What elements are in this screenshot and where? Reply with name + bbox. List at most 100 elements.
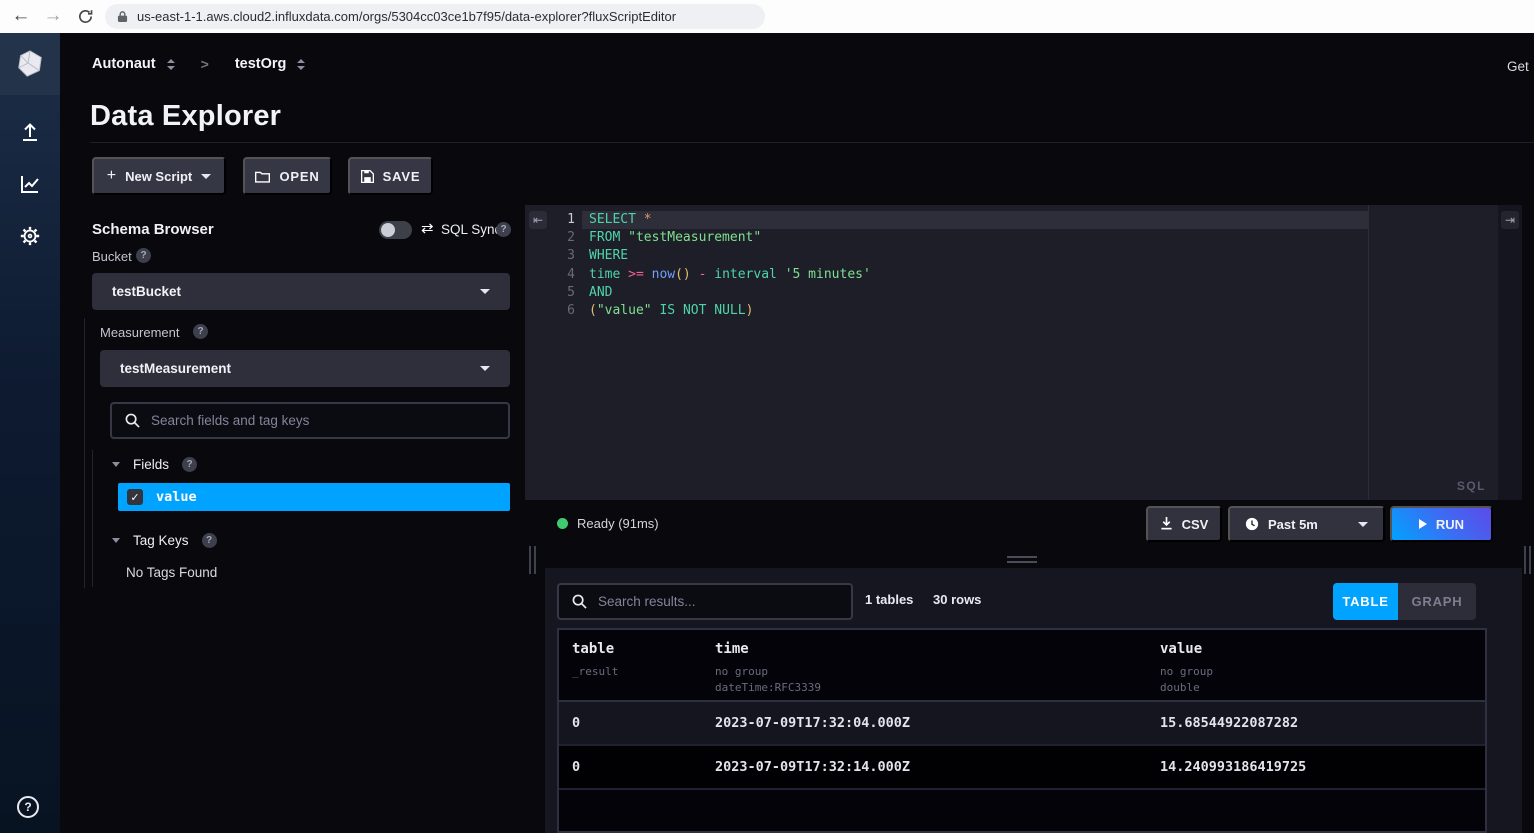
save-label: SAVE (383, 169, 421, 184)
open-label: OPEN (279, 169, 319, 184)
results-search (557, 583, 853, 620)
schema-search-input[interactable] (151, 413, 495, 428)
table-cell: 14.240993186419725 (1160, 759, 1485, 775)
schema-search (110, 402, 510, 439)
breadcrumb-suborg[interactable]: testOrg (235, 56, 287, 72)
tag-keys-collapse-icon[interactable] (112, 538, 120, 543)
title-divider (90, 142, 1534, 143)
play-icon (1419, 519, 1427, 529)
bucket-label: Bucket (92, 249, 132, 264)
left-resize-handle[interactable] (529, 546, 536, 574)
fields-section-header: Fields ? (112, 457, 197, 472)
measurement-help-icon[interactable]: ? (193, 324, 208, 339)
help-icon[interactable]: ? (17, 796, 39, 818)
csv-download-button[interactable]: CSV (1146, 506, 1222, 542)
editor-right-strip: ⇥ (1498, 205, 1522, 500)
results-search-input[interactable] (598, 594, 838, 609)
get-cta-link[interactable]: Get (1507, 59, 1529, 74)
breadcrumb-org[interactable]: Autonaut (92, 56, 156, 72)
status-ready-dot (557, 518, 568, 529)
caret-down-icon (201, 174, 211, 179)
field-checkbox[interactable]: ✓ (127, 489, 143, 505)
table-row: 02023-07-09T17:32:14.000Z14.240993186419… (559, 746, 1485, 790)
editor-line-numbers: 123456 (525, 211, 575, 320)
rows-count: 30 rows (933, 592, 981, 607)
suborg-switcher-icon[interactable] (297, 59, 305, 70)
table-cell: 2023-07-09T17:32:04.000Z (715, 715, 1160, 731)
fields-list: ✓ value (118, 483, 510, 511)
tree-guide-line (84, 318, 85, 588)
column-header: timeno groupdateTime:RFC3339 (715, 641, 1160, 700)
sql-sync-help-icon[interactable]: ? (496, 222, 511, 237)
browser-chrome: ← → us-east-1-1.aws.cloud2.influxdata.co… (0, 0, 1534, 33)
new-script-button[interactable]: + New Script (92, 157, 226, 195)
editor-minimap[interactable] (1377, 213, 1492, 235)
new-script-label: New Script (125, 169, 192, 184)
browser-back-icon[interactable]: ← (8, 2, 34, 30)
data-explorer-graph-icon[interactable] (18, 172, 42, 196)
tree-guide-line (92, 450, 93, 587)
measurement-dropdown[interactable]: testMeasurement (100, 350, 510, 387)
tab-graph[interactable]: GRAPH (1398, 583, 1476, 620)
help-glyph: ? (24, 800, 31, 814)
table-row: 02023-07-09T17:32:04.000Z15.685449220872… (559, 702, 1485, 746)
sql-sync-toggle[interactable] (379, 221, 412, 239)
save-button[interactable]: SAVE (348, 157, 433, 195)
tables-count: 1 tables (865, 592, 913, 607)
column-header: table_result (572, 641, 715, 700)
horizontal-resize-handle[interactable] (1007, 556, 1037, 563)
page-title: Data Explorer (90, 100, 281, 133)
no-tags-message: No Tags Found (126, 565, 217, 580)
table-cell: 2023-07-09T17:32:14.000Z (715, 759, 1160, 775)
url-text: us-east-1-1.aws.cloud2.influxdata.com/or… (137, 9, 676, 24)
org-switcher-icon[interactable] (167, 59, 175, 70)
influxdb-logo-icon[interactable] (0, 33, 60, 95)
editor-code-lines[interactable]: SELECT *FROM "testMeasurement"WHEREtime … (589, 211, 871, 320)
schema-browser-title: Schema Browser (92, 221, 214, 238)
status-text: Ready (91ms) (577, 516, 659, 531)
collapse-right-icon[interactable]: ⇥ (1501, 211, 1519, 229)
plus-icon: + (107, 167, 116, 185)
tab-table[interactable]: TABLE (1333, 583, 1398, 620)
column-header: valueno groupdouble (1160, 641, 1485, 700)
csv-label: CSV (1182, 517, 1209, 532)
upload-icon[interactable] (18, 120, 42, 144)
caret-down-icon (480, 366, 490, 371)
time-range-label: Past 5m (1268, 517, 1318, 532)
sql-editor[interactable]: ⇤ 123456 SELECT *FROM "testMeasurement"W… (525, 205, 1522, 500)
run-label: RUN (1436, 517, 1464, 532)
caret-down-icon (1358, 522, 1368, 527)
time-range-dropdown[interactable]: Past 5m (1228, 506, 1385, 542)
measurement-value: testMeasurement (120, 361, 231, 376)
run-button[interactable]: RUN (1390, 506, 1493, 542)
folder-open-icon (255, 170, 270, 183)
left-navigation: ? (0, 33, 60, 833)
right-resize-handle[interactable] (1524, 546, 1531, 574)
field-label: value (156, 489, 197, 505)
minimap-divider (1368, 205, 1369, 500)
fields-collapse-icon[interactable] (112, 462, 120, 467)
field-item[interactable]: ✓ value (118, 483, 510, 511)
bucket-help-icon[interactable]: ? (136, 248, 151, 263)
sql-sync-icon: ⇄ (421, 219, 434, 237)
results-table: table_resulttimeno groupdateTime:RFC3339… (557, 628, 1487, 833)
browser-reload-icon[interactable] (72, 2, 98, 30)
tag-keys-help-icon[interactable]: ? (202, 533, 217, 548)
results-table-head: table_resulttimeno groupdateTime:RFC3339… (559, 630, 1485, 702)
breadcrumb: Autonaut > testOrg (92, 56, 305, 72)
settings-gear-icon[interactable] (18, 224, 42, 248)
open-button[interactable]: OPEN (243, 157, 332, 195)
save-floppy-icon (361, 170, 374, 183)
caret-down-icon (480, 289, 490, 294)
browser-forward-icon[interactable]: → (40, 2, 66, 30)
clock-icon (1245, 517, 1259, 531)
table-cell: 0 (572, 715, 715, 731)
fields-help-icon[interactable]: ? (182, 457, 197, 472)
tag-keys-label: Tag Keys (133, 533, 189, 548)
download-icon (1160, 517, 1173, 531)
browser-url-bar[interactable]: us-east-1-1.aws.cloud2.influxdata.com/or… (105, 4, 765, 29)
table-cell: 15.68544922087282 (1160, 715, 1485, 731)
search-icon (125, 413, 140, 428)
bucket-dropdown[interactable]: testBucket (92, 273, 510, 310)
results-table-body: 02023-07-09T17:32:04.000Z15.685449220872… (559, 702, 1485, 790)
